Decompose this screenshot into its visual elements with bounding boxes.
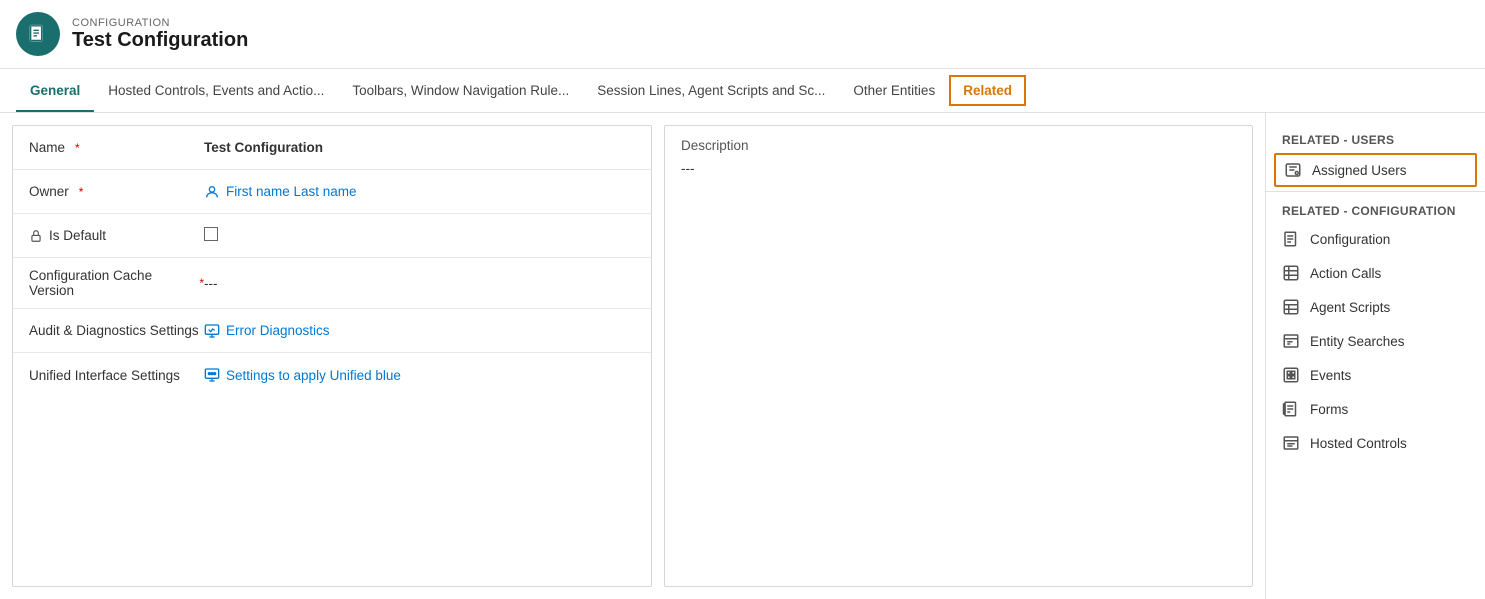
forms-label: Forms [1310, 402, 1348, 417]
form-value-owner[interactable]: First name Last name [204, 184, 635, 200]
action-calls-label: Action Calls [1310, 266, 1381, 281]
form-row-owner: Owner * First name Last name [13, 170, 651, 214]
related-item-forms[interactable]: Forms [1266, 392, 1485, 426]
related-config-section-title: Related - Configuration [1266, 196, 1485, 222]
related-item-action-calls[interactable]: Action Calls [1266, 256, 1485, 290]
form-value-isdefault[interactable] [204, 227, 635, 244]
tab-general[interactable]: General [16, 69, 94, 112]
events-icon [1282, 366, 1300, 384]
tab-related[interactable]: Related [949, 75, 1026, 106]
hosted-controls-label: Hosted Controls [1310, 436, 1407, 451]
form-label-isdefault: Is Default [29, 228, 204, 243]
form-value-unified[interactable]: Settings to apply Unified blue [204, 367, 635, 383]
main-content: Name * Test Configuration Owner * First … [0, 113, 1485, 599]
form-row-name: Name * Test Configuration [13, 126, 651, 170]
form-label-name: Name * [29, 140, 204, 155]
tab-session-lines[interactable]: Session Lines, Agent Scripts and Sc... [583, 69, 839, 112]
form-row-cache-version: Configuration Cache Version * --- [13, 258, 651, 309]
configuration-icon [1282, 230, 1300, 248]
forms-icon [1282, 400, 1300, 418]
description-value: --- [681, 161, 1236, 176]
app-header: CONFIGURATION Test Configuration [0, 0, 1485, 69]
form-row-isdefault: Is Default [13, 214, 651, 258]
tab-hosted-controls[interactable]: Hosted Controls, Events and Actio... [94, 69, 338, 112]
form-value-cache-version: --- [204, 276, 635, 291]
form-label-cache-version: Configuration Cache Version * [29, 268, 204, 298]
description-panel: Description --- [664, 125, 1253, 587]
entity-searches-icon [1282, 332, 1300, 350]
form-row-audit: Audit & Diagnostics Settings Error Diagn… [13, 309, 651, 353]
form-row-unified: Unified Interface Settings Settings to a… [13, 353, 651, 397]
related-item-events[interactable]: Events [1266, 358, 1485, 392]
isdefault-label-text: Is Default [49, 228, 106, 243]
form-value-name: Test Configuration [204, 140, 635, 155]
audit-label-text: Audit & Diagnostics Settings [29, 323, 199, 338]
owner-label-text: Owner [29, 184, 69, 199]
checkbox-isdefault[interactable] [204, 227, 218, 241]
related-item-assigned-users[interactable]: Assigned Users [1274, 153, 1477, 187]
related-item-hosted-controls[interactable]: Hosted Controls [1266, 426, 1485, 460]
agent-scripts-label: Agent Scripts [1310, 300, 1390, 315]
configuration-label: Configuration [1310, 232, 1390, 247]
cache-version-label-text: Configuration Cache Version [29, 268, 189, 298]
related-item-agent-scripts[interactable]: Agent Scripts [1266, 290, 1485, 324]
unified-icon [204, 367, 220, 383]
related-divider-1 [1266, 191, 1485, 192]
assigned-users-icon [1284, 161, 1302, 179]
unified-label-text: Unified Interface Settings [29, 368, 180, 383]
person-icon [204, 184, 220, 200]
form-label-owner: Owner * [29, 184, 204, 199]
tab-toolbars[interactable]: Toolbars, Window Navigation Rule... [338, 69, 583, 112]
description-label: Description [681, 138, 1236, 153]
app-icon [16, 12, 60, 56]
form-label-audit: Audit & Diagnostics Settings [29, 323, 204, 338]
header-title: Test Configuration [72, 29, 248, 52]
diagnostics-icon [204, 323, 220, 339]
name-required-star: * [75, 141, 80, 155]
related-item-configuration[interactable]: Configuration [1266, 222, 1485, 256]
agent-scripts-icon [1282, 298, 1300, 316]
owner-required-star: * [79, 185, 84, 199]
hosted-controls-icon [1282, 434, 1300, 452]
events-label: Events [1310, 368, 1351, 383]
related-users-section-title: Related - Users [1266, 125, 1485, 151]
form-label-unified: Unified Interface Settings [29, 368, 204, 383]
lock-icon [29, 229, 43, 243]
form-value-audit[interactable]: Error Diagnostics [204, 323, 635, 339]
tab-bar: General Hosted Controls, Events and Acti… [0, 69, 1485, 113]
related-panel: Related - Users Assigned Users Related -… [1265, 113, 1485, 599]
tab-other-entities[interactable]: Other Entities [839, 69, 949, 112]
assigned-users-label: Assigned Users [1312, 163, 1407, 178]
action-calls-icon [1282, 264, 1300, 282]
header-label: CONFIGURATION [72, 17, 248, 29]
form-panel: Name * Test Configuration Owner * First … [12, 125, 652, 587]
name-label-text: Name [29, 140, 65, 155]
entity-searches-label: Entity Searches [1310, 334, 1405, 349]
related-item-entity-searches[interactable]: Entity Searches [1266, 324, 1485, 358]
